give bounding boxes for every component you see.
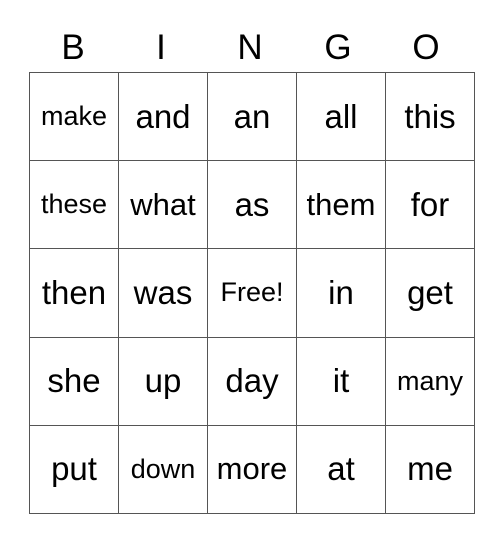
header-letter-n: N bbox=[237, 28, 263, 67]
bingo-cell[interactable]: at bbox=[296, 424, 386, 515]
bingo-row: put down more at me bbox=[29, 424, 475, 515]
bingo-cell[interactable]: many bbox=[385, 336, 475, 426]
bingo-cell[interactable]: get bbox=[385, 248, 475, 338]
bingo-cell[interactable]: she bbox=[29, 336, 119, 426]
header-letter-o: O bbox=[412, 28, 440, 67]
bingo-cell[interactable]: these bbox=[29, 160, 119, 250]
bingo-cell[interactable]: them bbox=[296, 160, 386, 250]
bingo-row: she up day it many bbox=[29, 336, 475, 426]
bingo-cell[interactable]: day bbox=[207, 336, 297, 426]
bingo-cell[interactable]: it bbox=[296, 336, 386, 426]
header-letter-b: B bbox=[61, 28, 85, 67]
bingo-cell[interactable]: then bbox=[29, 248, 119, 338]
bingo-cell[interactable]: down bbox=[118, 424, 208, 515]
free-space-cell[interactable]: Free! bbox=[207, 248, 297, 338]
bingo-cell[interactable]: and bbox=[118, 71, 208, 162]
bingo-cell[interactable]: more bbox=[207, 424, 297, 515]
bingo-cell[interactable]: put bbox=[29, 424, 119, 515]
bingo-grid: make and an all this these what as them for then wa… bbox=[29, 71, 475, 515]
bingo-cell[interactable]: an bbox=[207, 71, 297, 162]
bingo-cell[interactable]: me bbox=[385, 424, 475, 515]
header-letter-i: I bbox=[156, 28, 166, 67]
bingo-cell[interactable]: up bbox=[118, 336, 208, 426]
bingo-cell[interactable]: in bbox=[296, 248, 386, 338]
bingo-cell[interactable]: as bbox=[207, 160, 297, 250]
bingo-cell[interactable]: for bbox=[385, 160, 475, 250]
bingo-cell[interactable]: make bbox=[29, 71, 119, 162]
bingo-cell[interactable]: all bbox=[296, 71, 386, 162]
header-letter-g: G bbox=[324, 28, 352, 67]
bingo-row: make and an all this bbox=[29, 71, 475, 162]
bingo-cell[interactable]: was bbox=[118, 248, 208, 338]
bingo-row: then was Free! in get bbox=[29, 248, 475, 338]
bingo-cell[interactable]: what bbox=[118, 160, 208, 250]
bingo-row: these what as them for bbox=[29, 160, 475, 250]
bingo-cell[interactable]: this bbox=[385, 71, 475, 162]
